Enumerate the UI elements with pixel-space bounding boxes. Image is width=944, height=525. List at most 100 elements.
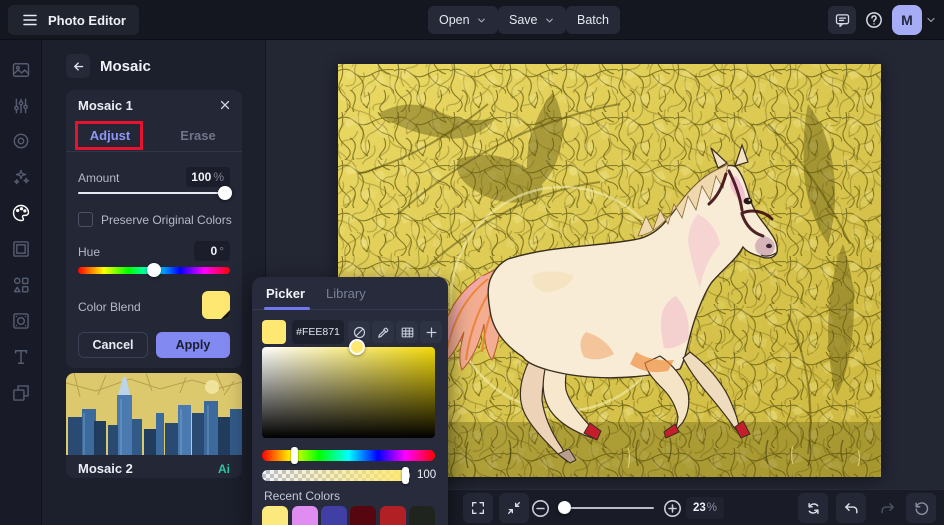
- redo-button[interactable]: [872, 493, 902, 523]
- sidebar-item-text[interactable]: [11, 347, 31, 367]
- avatar-initial: M: [901, 12, 913, 28]
- zoom-level-field[interactable]: 23%: [686, 497, 724, 519]
- saturation-value-knob[interactable]: [349, 339, 365, 355]
- sidebar-item-artsy[interactable]: [11, 203, 31, 223]
- recent-color-swatch[interactable]: [350, 506, 376, 525]
- hex-input[interactable]: [292, 320, 344, 344]
- tool-sidebar: [0, 40, 42, 525]
- recent-color-swatch[interactable]: [380, 506, 406, 525]
- preset-title: Mosaic 2: [78, 461, 133, 476]
- close-icon[interactable]: [218, 98, 232, 112]
- picker-hue-knob[interactable]: [291, 447, 298, 464]
- refresh-icon: [807, 502, 819, 514]
- opacity-slider[interactable]: [262, 467, 410, 484]
- eyedropper-button[interactable]: [372, 321, 394, 343]
- sidebar-item-effects[interactable]: [11, 167, 31, 187]
- open-button[interactable]: Open: [428, 6, 498, 34]
- sidebar-item-graphics[interactable]: [11, 275, 31, 295]
- back-button[interactable]: [66, 54, 90, 78]
- tab-erase[interactable]: Erase: [154, 120, 242, 151]
- minus-circle-icon: [531, 499, 549, 517]
- batch-label: Batch: [577, 13, 609, 27]
- reset-history-button[interactable]: [906, 493, 936, 523]
- plus-circle-icon: [663, 499, 681, 517]
- opacity-knob[interactable]: [402, 467, 409, 484]
- tab-library[interactable]: Library: [326, 286, 366, 301]
- zoom-slider-knob[interactable]: [558, 501, 571, 514]
- add-color-button[interactable]: [420, 321, 442, 343]
- hue-value-field[interactable]: 0 °: [194, 241, 230, 261]
- help-button[interactable]: [860, 6, 888, 34]
- hamburger-icon: [23, 14, 37, 26]
- preserve-colors-checkbox[interactable]: [78, 212, 93, 227]
- color-blend-swatch[interactable]: [202, 291, 230, 319]
- color-picker-popup: Picker Library 100 Recent Colors: [252, 277, 448, 525]
- open-label: Open: [439, 13, 470, 27]
- sidebar-item-textures[interactable]: [11, 311, 31, 331]
- account-chevron-icon[interactable]: [925, 14, 937, 26]
- hue-slider[interactable]: [78, 263, 230, 277]
- chevron-down-icon: [545, 18, 553, 22]
- zoom-slider[interactable]: [558, 501, 654, 514]
- amount-value: 100: [191, 170, 212, 184]
- sidebar-item-layers[interactable]: [11, 383, 31, 403]
- history-icon: [914, 501, 928, 515]
- fit-screen-icon: [508, 502, 520, 514]
- picker-hue-slider[interactable]: [262, 447, 435, 464]
- zoom-slider-track: [558, 507, 654, 509]
- amount-unit: %: [213, 170, 224, 184]
- effect-tabs: Adjust Erase: [66, 120, 242, 152]
- sidebar-item-edit[interactable]: [11, 96, 31, 116]
- preset-thumbnail: [66, 373, 242, 455]
- chevron-down-icon: [477, 18, 485, 22]
- color-blend-label: Color Blend: [78, 300, 141, 314]
- effect-settings-card: Mosaic 1 Adjust Erase Amount 100% Preser…: [66, 90, 242, 368]
- undo-button[interactable]: [836, 493, 866, 523]
- tab-picker[interactable]: Picker: [263, 286, 311, 310]
- recent-color-swatch[interactable]: [292, 506, 318, 525]
- tab-adjust[interactable]: Adjust: [66, 120, 154, 151]
- amount-slider[interactable]: [78, 186, 232, 200]
- recent-color-swatch[interactable]: [409, 506, 435, 525]
- zoom-value: 23: [692, 502, 706, 514]
- recent-color-swatch[interactable]: [262, 506, 288, 525]
- sidebar-item-touch-up[interactable]: [11, 131, 31, 151]
- cancel-button[interactable]: Cancel: [78, 332, 148, 358]
- redo-icon: [880, 502, 894, 513]
- zoom-out-button[interactable]: [525, 493, 555, 523]
- zoom-unit: %: [706, 502, 718, 514]
- hue-slider-knob[interactable]: [147, 263, 161, 277]
- apply-button[interactable]: Apply: [156, 332, 230, 358]
- amount-slider-knob[interactable]: [218, 186, 232, 200]
- feedback-button[interactable]: [828, 6, 856, 34]
- panel-title: Mosaic: [100, 58, 151, 75]
- amount-slider-track: [78, 192, 230, 194]
- app-title: Photo Editor: [48, 12, 126, 28]
- save-button[interactable]: Save: [498, 6, 566, 34]
- zoom-in-button[interactable]: [657, 493, 687, 523]
- fullscreen-button[interactable]: [463, 493, 493, 523]
- effect-panel: Mosaic Mosaic 1 Adjust Erase Amount 100%…: [42, 40, 266, 525]
- refresh-button[interactable]: [798, 493, 828, 523]
- preset-card-mosaic-2[interactable]: Mosaic 2 Ai: [66, 373, 242, 478]
- top-bar: Photo Editor Open Save Batch M: [0, 0, 944, 40]
- hue-label: Hue: [78, 245, 101, 259]
- recent-colors-label: Recent Colors: [264, 489, 341, 503]
- eyedropper-icon: [377, 327, 388, 338]
- amount-value-field[interactable]: 100%: [186, 167, 230, 187]
- ai-badge: Ai: [218, 462, 230, 476]
- picker-tabs: Picker Library: [252, 277, 448, 310]
- preserve-colors-label: Preserve Original Colors: [101, 213, 232, 227]
- palette-grid-button[interactable]: [396, 321, 418, 343]
- opacity-gradient: [262, 470, 410, 481]
- avatar[interactable]: M: [892, 5, 922, 35]
- current-color-swatch[interactable]: [262, 320, 286, 344]
- sidebar-item-frames[interactable]: [11, 239, 31, 259]
- recent-color-swatch[interactable]: [321, 506, 347, 525]
- opacity-value: 100: [417, 469, 437, 481]
- batch-button[interactable]: Batch: [566, 6, 620, 34]
- saturation-value-area[interactable]: [262, 347, 435, 438]
- fullscreen-icon: [472, 502, 484, 514]
- sidebar-item-image-manager[interactable]: [11, 60, 31, 80]
- app-menu[interactable]: Photo Editor: [8, 5, 139, 35]
